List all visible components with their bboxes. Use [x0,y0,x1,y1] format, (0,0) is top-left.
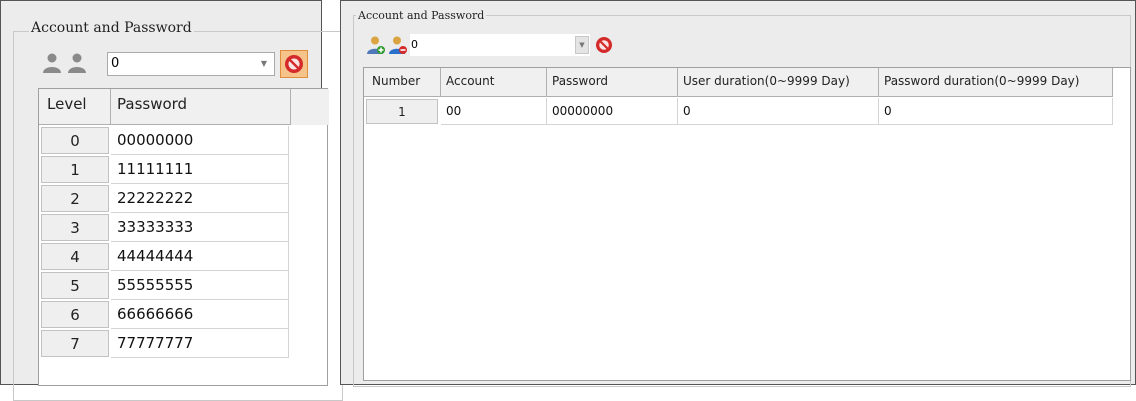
row-password[interactable]: 66666666 [111,300,289,329]
row-password[interactable]: 55555555 [111,271,289,300]
table-row[interactable]: 5 55555555 [39,271,289,300]
table-row[interactable]: 7 77777777 [39,329,289,358]
user-remove-icon[interactable] [388,35,408,55]
row-level[interactable]: 4 [41,243,109,270]
left-panel: Account and Password 0 ▼ Level Password [0,0,343,401]
account-select[interactable]: 0 ▼ [107,52,275,76]
row-level[interactable]: 5 [41,272,109,299]
row-user-duration[interactable]: 0 [678,98,879,125]
column-header-user-duration[interactable]: User duration(0~9999 Day) [678,68,879,97]
row-password[interactable]: 33333333 [111,213,289,242]
column-header-account[interactable]: Account [441,68,547,97]
column-header-password-duration[interactable]: Password duration(0~9999 Day) [879,68,1113,97]
row-password-duration[interactable]: 0 [879,98,1113,125]
row-level[interactable]: 0 [41,127,109,154]
delete-button[interactable] [280,50,308,78]
row-password[interactable]: 77777777 [111,329,289,358]
account-table: Number Account Password User duration(0~… [363,67,1131,381]
chevron-down-icon[interactable]: ▼ [575,36,589,54]
row-password[interactable]: 44444444 [111,242,289,271]
row-level[interactable]: 1 [41,156,109,183]
chevron-down-icon[interactable]: ▼ [256,55,272,73]
user-add-icon[interactable] [366,35,386,55]
row-account[interactable]: 00 [441,98,547,125]
table-row[interactable]: 3 33333333 [39,213,289,242]
group-title: Account and Password [356,9,487,22]
column-header-level[interactable]: Level [39,89,111,125]
delete-icon[interactable] [593,34,615,56]
row-password[interactable]: 11111111 [111,155,289,184]
row-level[interactable]: 6 [41,301,109,328]
user-remove-icon[interactable] [66,52,88,74]
table-row[interactable]: 6 66666666 [39,300,289,329]
table-row[interactable]: 2 22222222 [39,184,289,213]
table-row[interactable]: 4 44444444 [39,242,289,271]
account-select-value: 0 [111,56,120,71]
column-header-number[interactable]: Number [364,68,441,97]
group-title: Account and Password [29,20,194,36]
row-number[interactable]: 1 [366,99,438,124]
table-header: Level Password [39,89,329,125]
account-select[interactable]: 0 ▼ [410,34,590,56]
column-header-password[interactable]: Password [111,89,291,125]
row-level[interactable]: 2 [41,185,109,212]
row-password[interactable]: 00000000 [547,98,678,125]
column-header-password[interactable]: Password [547,68,678,97]
delete-icon [285,55,303,73]
table-row[interactable]: 0 00000000 [39,126,289,155]
level-password-table: Level Password 0 00000000 1 11111111 2 2… [38,88,329,386]
right-panel: Account and Password 0 ▼ Number Account … [340,0,1136,387]
user-add-icon[interactable] [41,52,63,74]
row-level[interactable]: 3 [41,214,109,241]
table-row[interactable]: 1 11111111 [39,155,289,184]
row-level[interactable]: 7 [41,330,109,357]
row-password[interactable]: 00000000 [111,126,289,155]
row-password[interactable]: 22222222 [111,184,289,213]
account-select-value: 0 [411,38,418,51]
